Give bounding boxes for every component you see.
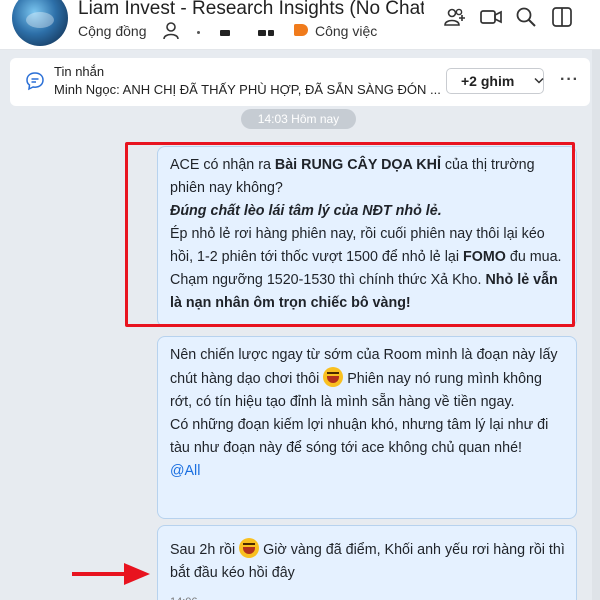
search-icon[interactable] bbox=[514, 5, 538, 29]
pinned-count-button[interactable]: +2 ghim bbox=[446, 68, 544, 94]
tag-label[interactable]: Công việc bbox=[315, 23, 377, 39]
redacted-mark bbox=[268, 30, 274, 36]
message-bubble[interactable]: Nên chiến lược ngay từ sớm của Room mình… bbox=[157, 336, 577, 519]
video-call-icon[interactable] bbox=[479, 5, 503, 29]
chevron-down-icon bbox=[534, 77, 544, 84]
message-bubble[interactable]: Sau 2h rồi Giờ vàng đã điểm, Khối anh yế… bbox=[157, 525, 577, 600]
redacted-mark bbox=[197, 31, 200, 34]
scroll-track[interactable] bbox=[592, 50, 600, 600]
redacted-mark bbox=[220, 30, 230, 36]
chat-bubble-icon bbox=[26, 72, 44, 91]
pinned-message-preview[interactable]: Minh Ngọc: ANH CHỊ ĐÃ THẤY PHÙ HỢP, ĐÃ S… bbox=[54, 82, 446, 97]
chat-title[interactable]: Liam Invest - Research Insights (No Chat… bbox=[78, 0, 424, 20]
more-options-icon[interactable]: ··· bbox=[560, 71, 579, 89]
highlight-annotation-box bbox=[125, 142, 575, 327]
red-arrow-annotation-icon bbox=[72, 563, 150, 585]
message-text: Sau 2h rồi Giờ vàng đã điểm, Khối anh yế… bbox=[170, 538, 566, 585]
tag-icon bbox=[294, 24, 308, 36]
laughing-emoji-icon bbox=[323, 367, 344, 387]
group-avatar[interactable] bbox=[12, 0, 68, 46]
person-icon bbox=[163, 22, 179, 40]
message-timestamp: 14:06 bbox=[170, 591, 566, 600]
community-label[interactable]: Cộng đồng bbox=[78, 23, 147, 39]
pinned-title: Tin nhắn bbox=[54, 64, 105, 79]
date-separator: 14:03 Hôm nay bbox=[241, 109, 356, 129]
chat-header: Liam Invest - Research Insights (No Chat… bbox=[0, 0, 600, 50]
pinned-message-bar[interactable]: Tin nhắn Minh Ngọc: ANH CHỊ ĐÃ THẤY PHÙ … bbox=[10, 58, 590, 106]
message-text: Có những đoạn kiếm lợi nhuận khó, nhưng … bbox=[170, 417, 549, 456]
laughing-emoji-icon bbox=[239, 538, 260, 558]
sidebar-toggle-icon[interactable] bbox=[550, 5, 574, 29]
message-text: Nên chiến lược ngay từ sớm của Room mình… bbox=[170, 347, 558, 410]
mention-all-link[interactable]: @All bbox=[170, 460, 566, 483]
redacted-mark bbox=[258, 30, 266, 36]
group-add-icon[interactable] bbox=[443, 5, 467, 29]
